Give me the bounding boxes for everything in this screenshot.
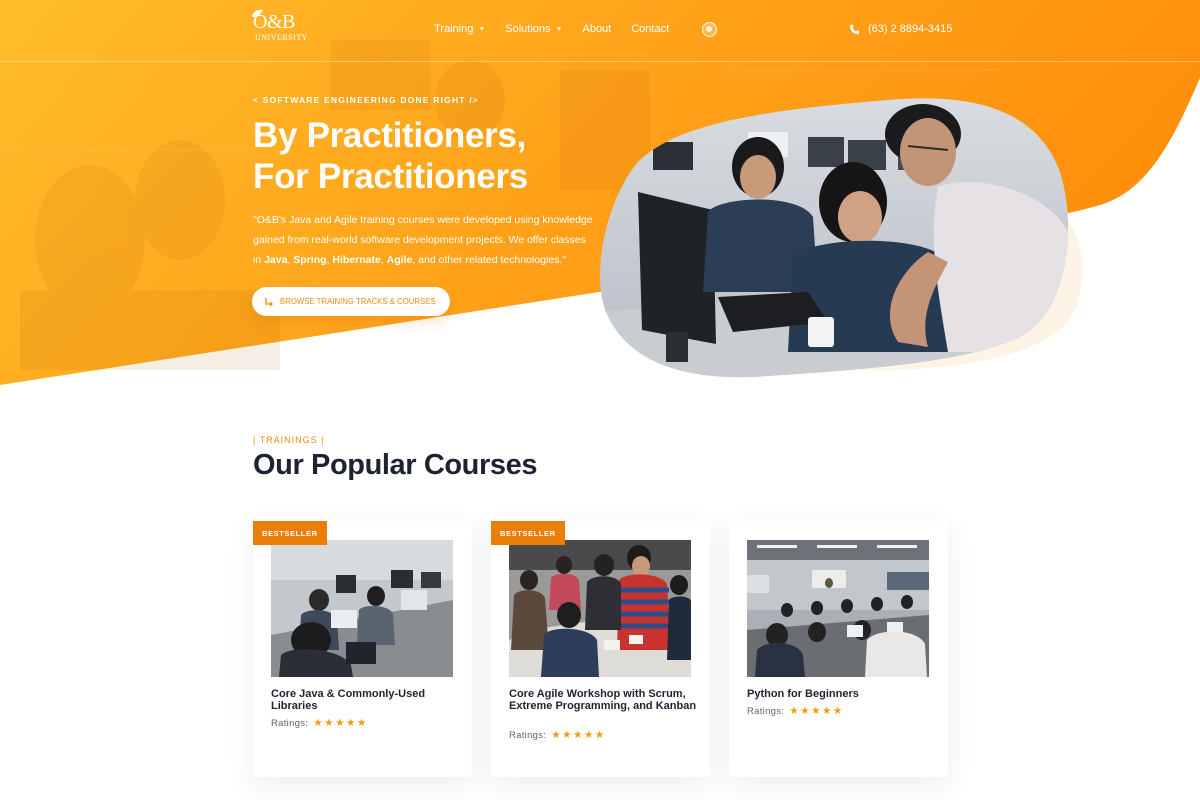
hero-photo [598, 92, 1068, 382]
chevron-down-icon: ▼ [555, 25, 563, 33]
top-navbar: O&B UNIVERSITY Training ▼ Solutions ▼ Ab… [0, 0, 1200, 62]
phone-icon [849, 24, 860, 34]
section-title: Our Popular Courses [253, 449, 538, 481]
hero-title-line1: By Practitioners, [253, 116, 527, 155]
browse-courses-button[interactable]: BROWSE TRAINING TRACKS & COURSES [252, 287, 450, 316]
nav-item-about[interactable]: About [582, 23, 611, 35]
star-rating-icon: ★★★★★ [313, 717, 368, 729]
nav-item-label: Solutions [505, 23, 551, 35]
chevron-down-icon: ▼ [478, 25, 486, 33]
nav-item-label: Contact [631, 23, 670, 35]
nav-divider [0, 61, 1200, 62]
course-rating: Ratings: ★★★★★ [747, 705, 844, 717]
course-rating: Ratings: ★★★★★ [509, 729, 606, 741]
arrow-return-icon [265, 297, 273, 306]
tech-agile: Agile [386, 254, 413, 266]
hero-eyebrow: < SOFTWARE ENGINEERING DONE RIGHT /> [253, 95, 479, 105]
logo-subtext: UNIVERSITY [255, 33, 308, 42]
hero-description: "O&B's Java and Agile training courses w… [253, 210, 593, 270]
site-logo[interactable]: O&B UNIVERSITY [252, 9, 313, 52]
bestseller-badge: BESTSELLER [491, 521, 565, 545]
nav-item-label: Training [434, 23, 474, 35]
course-rating: Ratings: ★★★★★ [271, 717, 368, 729]
rating-label: Ratings: [747, 705, 785, 717]
course-title[interactable]: Core Agile Workshop with Scrum, Extreme … [509, 688, 699, 712]
tech-java: Java [264, 254, 288, 266]
hero-title-line2: For Practitioners [253, 157, 528, 196]
star-rating-icon: ★★★★★ [789, 705, 844, 717]
main-menu: Training ▼ Solutions ▼ About Contact [434, 23, 689, 35]
nav-item-contact[interactable]: Contact [631, 23, 669, 35]
course-title[interactable]: Core Java & Commonly-Used Libraries [271, 688, 461, 712]
phone-link[interactable]: (63) 2 8894-3415 [849, 23, 952, 35]
hero-title: By Practitioners, For Practitioners [253, 115, 613, 197]
rating-label: Ratings: [509, 729, 547, 741]
tech-spring: Spring [293, 254, 327, 266]
hero-desc-part2: , and other related technologies." [412, 254, 567, 266]
browse-courses-label: BROWSE TRAINING TRACKS & COURSES [280, 297, 436, 306]
course-photo [271, 540, 453, 677]
nav-item-label: About [582, 23, 612, 35]
course-photo [509, 540, 691, 677]
tech-hibernate: Hibernate [332, 254, 381, 266]
nav-item-training[interactable]: Training ▼ [434, 23, 485, 35]
rating-label: Ratings: [271, 717, 309, 729]
seal-icon[interactable] [702, 22, 717, 37]
nav-item-solutions[interactable]: Solutions ▼ [505, 23, 562, 35]
course-card[interactable]: BESTSELLER Core Java & Commonly-Used Lib… [253, 521, 472, 777]
leaf-icon [252, 9, 263, 17]
star-rating-icon: ★★★★★ [551, 729, 606, 741]
section-eyebrow: | TRAININGS | [253, 435, 325, 445]
course-title[interactable]: Python for Beginners [747, 688, 937, 700]
course-photo [747, 540, 929, 677]
phone-number: (63) 2 8894-3415 [868, 23, 953, 35]
bestseller-badge: BESTSELLER [253, 521, 327, 545]
course-card[interactable]: Python for Beginners Ratings: ★★★★★ [729, 521, 948, 777]
course-card[interactable]: BESTSELLER Core Agile Workshop with Scru… [491, 521, 710, 777]
